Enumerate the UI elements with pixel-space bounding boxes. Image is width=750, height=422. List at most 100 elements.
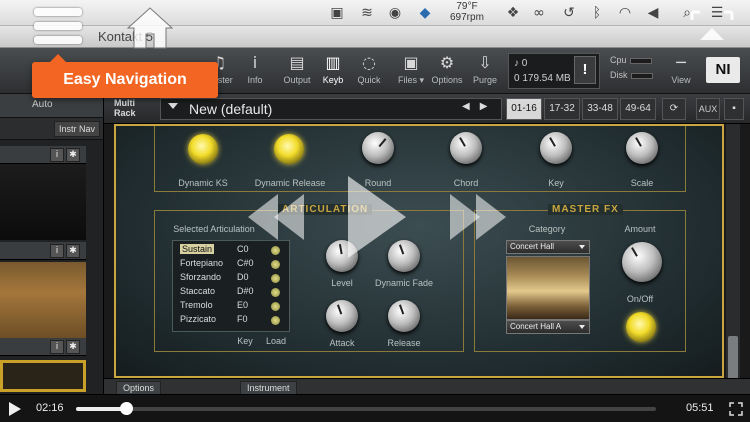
camera-icon[interactable]: ▣ <box>328 4 346 22</box>
category-label: Category <box>528 224 566 234</box>
info-icon[interactable]: i <box>50 244 64 258</box>
dropdown-icon[interactable] <box>168 103 178 109</box>
rack-view-button[interactable]: ⟳ <box>662 98 686 120</box>
quick-label: Quick <box>357 75 381 85</box>
articulation-key: D0 <box>237 272 249 282</box>
purge-label: Purge <box>472 75 498 85</box>
progress-track[interactable] <box>126 407 656 411</box>
instr-nav-button[interactable]: Instr Nav <box>54 121 100 137</box>
purge-button[interactable]: ⇩ Purge <box>468 51 502 91</box>
disk-label: Disk <box>610 70 628 80</box>
output-icon: ▤ <box>289 53 305 72</box>
release-knob[interactable] <box>388 300 420 332</box>
load-dot[interactable] <box>271 316 280 325</box>
weather-widget[interactable]: 79°F 697rpm <box>450 1 484 23</box>
airplay-icon[interactable] <box>690 6 734 46</box>
binoculars-icon[interactable]: ∞ <box>530 4 548 22</box>
page-17-32[interactable]: 17-32 <box>544 98 580 120</box>
articulation-key: D#0 <box>237 286 254 296</box>
view-button[interactable]: ─ View <box>664 51 698 91</box>
amount-knob[interactable] <box>622 242 662 282</box>
progress-handle[interactable] <box>120 402 133 415</box>
volume-icon[interactable]: ◀ <box>644 4 662 22</box>
page-01-16[interactable]: 01-16 <box>506 98 542 120</box>
articulation-row[interactable]: Sforzando D0 <box>177 272 285 285</box>
purge-icon: ⇩ <box>478 53 492 72</box>
record-icon[interactable]: ◉ <box>386 4 404 22</box>
ua-icon[interactable]: ◆ <box>416 4 434 22</box>
articulation-key: E0 <box>237 300 249 310</box>
fullscreen-icon[interactable] <box>728 401 744 417</box>
info-icon[interactable]: i <box>50 148 64 162</box>
options-tab[interactable]: Options <box>116 381 162 395</box>
dropbox-icon[interactable]: ❖ <box>504 4 522 22</box>
preset-selector[interactable]: New (default) <box>160 98 502 120</box>
load-dot[interactable] <box>271 302 280 311</box>
rack-scrollbar[interactable] <box>726 124 740 394</box>
category-dropdown[interactable]: Concert Hall <box>506 240 590 254</box>
articulation-row[interactable]: Staccato D#0 <box>177 286 285 299</box>
output-button[interactable]: ▤ Output <box>280 51 314 91</box>
load-dot[interactable] <box>271 274 280 283</box>
level-label: Level <box>331 278 353 288</box>
articulation-name: Pizzicato <box>180 314 217 324</box>
video-player-bar: 02:16 05:51 <box>0 394 750 422</box>
load-dot[interactable] <box>271 288 280 297</box>
concert-hall-image <box>506 256 590 320</box>
play-icon[interactable] <box>8 401 22 417</box>
instrument-tab[interactable]: Instrument <box>240 381 297 395</box>
ni-logo: NI <box>706 57 740 83</box>
easy-navigation-tooltip: Easy Navigation <box>32 54 218 98</box>
quick-button[interactable]: ◌ Quick <box>352 51 386 91</box>
menu-icon[interactable] <box>34 6 82 50</box>
page-49-64[interactable]: 49-64 <box>620 98 656 120</box>
instrument-slot-header: i ✱ <box>0 338 86 356</box>
bluetooth-icon[interactable]: ᛒ <box>588 4 606 22</box>
disk-bar <box>630 72 653 79</box>
fast-forward-icon[interactable] <box>450 194 506 240</box>
weather-temp: 79°F <box>456 1 478 12</box>
play-icon[interactable] <box>348 176 406 258</box>
time-machine-icon[interactable]: ↺ <box>560 4 578 22</box>
load-column-label: Load <box>265 336 287 346</box>
instrument-thumbnail <box>0 262 86 338</box>
wifi-icon[interactable]: ◠ <box>616 4 634 22</box>
menu-bar: ▣ ≋ ◉ ◆ 79°F 697rpm ❖ ∞ ↺ ᛒ ◠ ◀ ⌕ ☰ <box>0 0 750 26</box>
gear-icon: ⚙ <box>439 53 455 72</box>
options-label: Options <box>431 75 463 85</box>
instrument-slot-header: i ✱ <box>0 242 86 260</box>
articulation-name: Tremolo <box>180 300 213 310</box>
home-icon[interactable] <box>124 4 176 52</box>
fx-onoff-led[interactable] <box>626 312 656 342</box>
wifi-scan-icon[interactable]: ≋ <box>358 4 376 22</box>
page-33-48[interactable]: 33-48 <box>582 98 618 120</box>
gear-icon[interactable]: ✱ <box>66 148 80 162</box>
articulation-key: F0 <box>237 314 248 324</box>
files-button[interactable]: ▣ Files ▾ <box>394 51 428 91</box>
key-column-label: Key <box>237 336 253 346</box>
keyboard-button[interactable]: ▥ Keyb <box>316 51 350 91</box>
articulation-name: Sustain <box>180 244 215 254</box>
auto-label[interactable]: Auto <box>32 99 53 110</box>
window-title-bar: Kontakt 5 <box>0 26 750 48</box>
articulation-row[interactable]: Pizzicato F0 <box>177 314 285 327</box>
options-button[interactable]: ⚙ Options <box>430 51 464 91</box>
aux-button[interactable]: AUX <box>696 98 720 120</box>
articulation-row[interactable]: Tremolo E0 <box>177 300 285 313</box>
gear-icon[interactable]: ✱ <box>66 340 80 354</box>
warning-button[interactable]: ! <box>574 56 596 84</box>
keyboard-icon: ▥ <box>325 53 341 72</box>
articulation-name: Staccato <box>180 286 216 296</box>
rewind-icon[interactable] <box>248 194 304 240</box>
info-icon: i <box>252 53 258 72</box>
reverb-preset-dropdown[interactable]: Concert Hall A <box>506 320 590 334</box>
playback-controls <box>248 176 506 258</box>
attack-knob[interactable] <box>326 300 358 332</box>
rack-close-button[interactable]: ▪ <box>724 98 744 120</box>
info-icon[interactable]: i <box>50 340 64 354</box>
articulation-name: Sforzando <box>180 272 222 282</box>
info-button[interactable]: i Info <box>238 51 272 91</box>
preset-nav-arrows[interactable]: ◀▶ <box>462 101 497 112</box>
gear-icon[interactable]: ✱ <box>66 244 80 258</box>
dynamic-fade-label: Dynamic Fade <box>374 278 434 288</box>
